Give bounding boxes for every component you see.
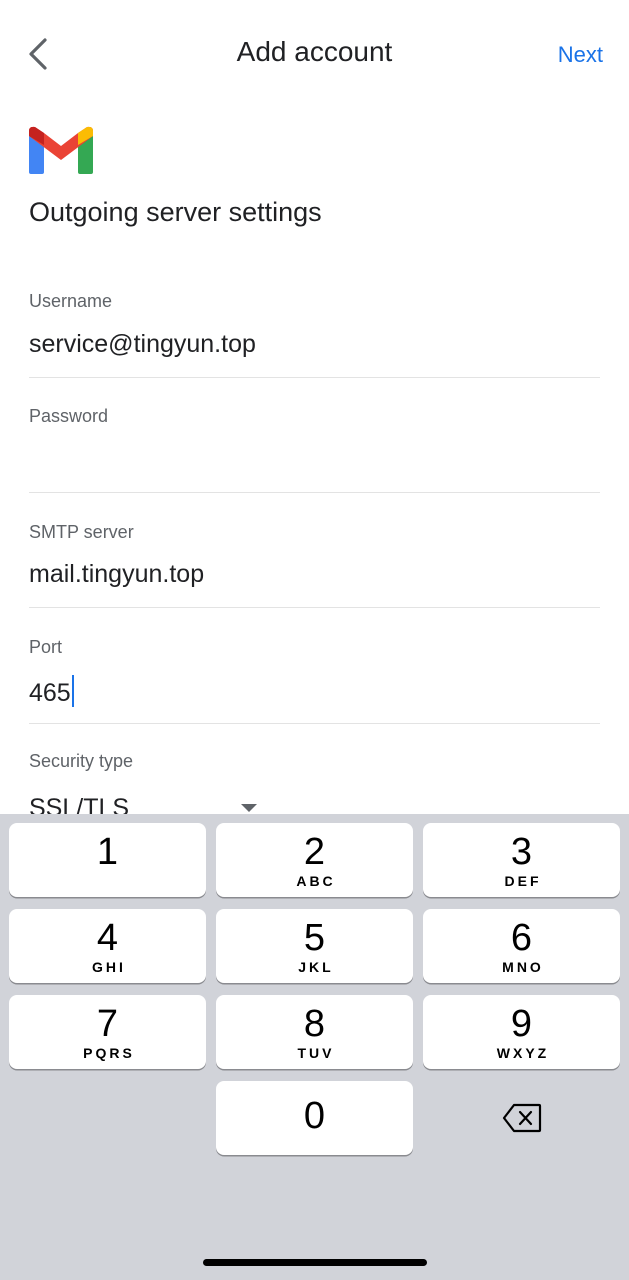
key-1[interactable]: 1	[9, 823, 206, 897]
key-6[interactable]: 6 MNO	[423, 909, 620, 983]
home-indicator[interactable]	[203, 1259, 427, 1266]
security-type-field[interactable]: Security type SSL/TLS	[29, 750, 600, 814]
key-number: 4	[96, 917, 119, 959]
key-number: 2	[303, 831, 326, 873]
username-label: Username	[29, 291, 113, 311]
key-8[interactable]: 8 TUV	[216, 995, 413, 1069]
page-title: Add account	[236, 36, 393, 67]
key-7[interactable]: 7 PQRS	[9, 995, 206, 1069]
key-5[interactable]: 5 JKL	[216, 909, 413, 983]
port-input[interactable]: 465	[29, 675, 74, 708]
next-button[interactable]: Next	[558, 42, 603, 68]
key-2[interactable]: 2 ABC	[216, 823, 413, 897]
security-type-select[interactable]: SSL/TLS	[29, 794, 129, 814]
port-field[interactable]: Port 465	[29, 631, 600, 724]
key-number: 3	[510, 831, 533, 873]
smtp-server-field[interactable]: SMTP server mail.tingyun.top	[29, 516, 600, 608]
smtp-server-label: SMTP server	[29, 522, 134, 542]
key-letters: WXYZ	[496, 1045, 550, 1061]
section-title: Outgoing server settings	[29, 197, 322, 227]
key-letters: DEF	[504, 873, 542, 889]
app-header: Add account Next	[0, 0, 629, 108]
username-field[interactable]: Username service@tingyun.top	[29, 285, 600, 378]
key-letters: GHI	[92, 959, 126, 975]
key-9[interactable]: 9 WXYZ	[423, 995, 620, 1069]
key-0[interactable]: 0	[216, 1081, 413, 1155]
dropdown-caret-icon[interactable]	[241, 804, 257, 812]
key-letters: TUV	[297, 1045, 335, 1061]
numeric-keyboard: 1 2 ABC 3 DEF 4 GHI 5 JKL 6 MNO 7 PQRS 8…	[0, 814, 629, 1280]
delete-key[interactable]	[423, 1081, 620, 1155]
key-3[interactable]: 3 DEF	[423, 823, 620, 897]
key-number: 6	[510, 917, 533, 959]
port-label: Port	[29, 637, 63, 657]
backspace-icon	[502, 1103, 541, 1133]
gmail-logo	[29, 126, 93, 174]
security-type-label: Security type	[29, 751, 134, 771]
key-number: 8	[303, 1003, 326, 1045]
port-value: 465	[29, 679, 71, 707]
key-number: 1	[96, 831, 119, 873]
username-input[interactable]: service@tingyun.top	[29, 330, 256, 359]
key-4[interactable]: 4 GHI	[9, 909, 206, 983]
key-number: 7	[96, 1003, 119, 1045]
key-letters: ABC	[296, 873, 336, 889]
key-letters: JKL	[298, 959, 334, 975]
key-letters: PQRS	[83, 1045, 135, 1061]
password-field[interactable]: Password	[29, 400, 600, 493]
password-label: Password	[29, 406, 109, 426]
smtp-server-input[interactable]: mail.tingyun.top	[29, 560, 204, 589]
key-number: 9	[510, 1003, 533, 1045]
key-letters: MNO	[502, 959, 544, 975]
key-number: 5	[303, 917, 326, 959]
key-number: 0	[303, 1095, 326, 1137]
text-cursor	[71, 675, 74, 707]
